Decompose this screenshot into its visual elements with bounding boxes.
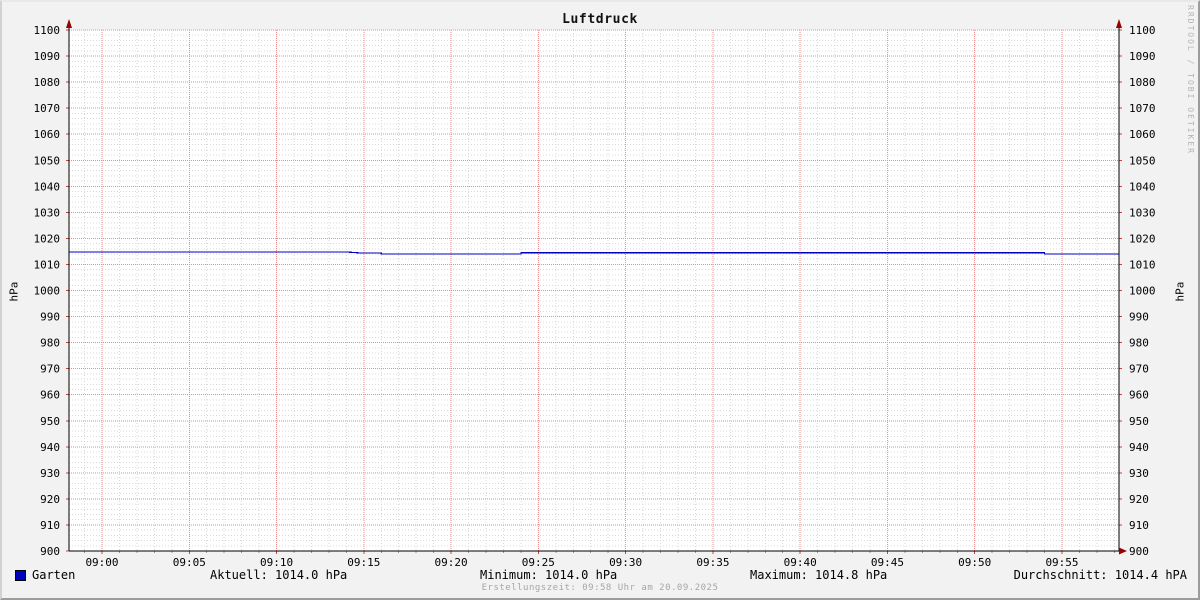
y-tick-label-right: 1010 [1129,258,1156,271]
stat-durchschnitt: Durchschnitt: 1014.4 hPA [1013,568,1187,582]
y-axis-arrow-right [1116,19,1122,28]
y-axis-label-left: hPa [7,281,21,302]
y-tick-label-right: 930 [1129,467,1149,480]
series-label: Garten [32,568,76,582]
y-tick-label-right: 920 [1129,493,1149,506]
y-axis-arrow-left [66,19,72,28]
y-tick-label-left: 1000 [34,285,61,298]
y-tick-label-left: 1090 [34,50,61,63]
y-tick-label-left: 980 [40,337,60,350]
y-tick-label-left: 960 [40,389,60,402]
y-tick-label-left: 1050 [34,154,61,167]
y-tick-label-left: 1080 [34,76,61,89]
y-tick-label-left: 970 [40,363,60,376]
chart-frame: Luftdruck 09:00 09:05 09:10 09:15 09:20 09:25… [0,0,1200,600]
y-tick-label-left: 920 [40,493,60,506]
y-tick-label-left: 1020 [34,232,61,245]
stat-maximum: Maximum: 1014.8 hPa [750,568,888,582]
creation-timestamp: Erstellungszeit: 09:58 Uhr am 20.09.2025 [481,583,719,593]
y-tick-label-right: 900 [1129,545,1149,558]
y-tick-label-right: 1080 [1129,76,1156,89]
y-tick-label-right: 1000 [1129,285,1156,298]
y-tick-label-right: 980 [1129,337,1149,350]
y-tick-label-right: 1020 [1129,232,1156,245]
y-tick-label-right: 1050 [1129,154,1156,167]
y-tick-label-right: 1100 [1129,24,1156,37]
y-tick-label-left: 910 [40,519,60,532]
y-tick-label-left: 930 [40,467,60,480]
rrdtool-watermark: RRDTOOL / TOBI OETIKER [1186,5,1195,155]
y-tick-label-left: 950 [40,415,60,428]
series-color-swatch [15,569,26,581]
y-tick-label-left: 1060 [34,128,61,141]
legend-series: Garten [15,568,75,582]
y-tick-label-right: 960 [1129,389,1149,402]
y-tick-label-right: 990 [1129,311,1149,324]
stat-minimum: Minimum: 1014.0 hPa [480,568,618,582]
y-tick-label-right: 1070 [1129,102,1156,115]
y-tick-label-left: 940 [40,441,60,454]
stat-aktuell: Aktuell: 1014.0 hPa [210,568,348,582]
y-tick-label-right: 1090 [1129,50,1156,63]
y-tick-label-left: 900 [40,545,60,558]
y-tick-label-right: 1060 [1129,128,1156,141]
y-tick-label-right: 910 [1129,519,1149,532]
y-tick-label-left: 1030 [34,206,61,219]
y-tick-label-left: 1010 [34,258,61,271]
pressure-chart: 09:00 09:05 09:10 09:15 09:20 09:25 09:30 09:35… [34,19,1156,569]
y-tick-label-left: 1040 [34,180,61,193]
x-axis-arrow [1119,547,1127,555]
y-tick-label-right: 970 [1129,363,1149,376]
y-tick-label-left: 990 [40,311,60,324]
y-tick-label-right: 1040 [1129,180,1156,193]
y-tick-label-left: 1070 [34,102,61,115]
y-axis-label-right: hPa [1173,281,1187,302]
y-tick-label-right: 940 [1129,441,1149,454]
y-tick-label-right: 950 [1129,415,1149,428]
y-tick-label-right: 1030 [1129,206,1156,219]
legend-row: Garten Aktuell: 1014.0 hPa Minimum: 1014… [2,568,1198,583]
y-tick-label-left: 1100 [34,24,61,37]
